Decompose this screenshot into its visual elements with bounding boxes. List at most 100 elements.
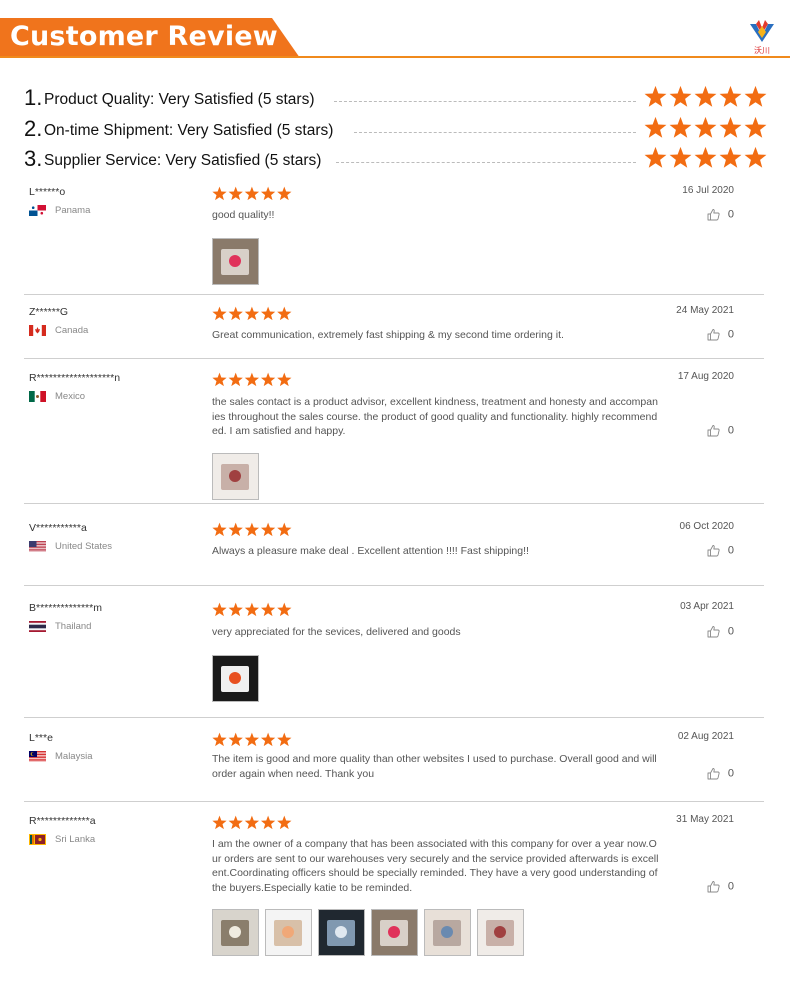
star-icon: [260, 522, 276, 537]
review-photo-thumbnail[interactable]: [318, 909, 365, 956]
reviewer-name: V***********a: [29, 522, 87, 534]
star-icon: [694, 146, 717, 168]
star-icon: [644, 116, 667, 138]
header-banner: Customer Review: [0, 18, 300, 58]
like-button[interactable]: 0: [707, 625, 734, 638]
photo-image: [213, 910, 258, 955]
review-divider: [24, 585, 764, 586]
review-photo-thumbnail[interactable]: [265, 909, 312, 956]
country-name: Malaysia: [55, 751, 93, 763]
review-date: 02 Aug 2021: [677, 731, 734, 742]
five-star-rating-icon: [212, 815, 292, 830]
summary-row: 2. On-time Shipment: Very Satisfied (5 st…: [24, 116, 770, 146]
review-photo-thumbnail[interactable]: [212, 238, 259, 285]
star-icon: [260, 186, 276, 201]
review-photo-thumbnail[interactable]: [424, 909, 471, 956]
star-icon: [277, 372, 292, 387]
summary-dotted-leader: [354, 132, 636, 133]
summary-dotted-leader: [336, 162, 636, 163]
five-star-rating-icon: [212, 186, 292, 201]
review-date: 16 Jul 2020: [682, 185, 734, 196]
like-count: 0: [727, 625, 734, 638]
brand-logo: 沃川: [746, 20, 778, 55]
review-item: B**************m Thailand 03 Apr 2021 very …: [24, 599, 764, 709]
reviewer-name: B**************m: [29, 602, 102, 614]
reviewer-name: L******o: [29, 186, 66, 198]
mexico-flag: [29, 391, 46, 402]
star-icon: [644, 146, 667, 168]
thumbs-up-icon: [707, 881, 720, 893]
star-icon: [277, 815, 292, 830]
star-icon: [228, 306, 243, 321]
star-icon: [719, 146, 742, 168]
star-icon: [228, 815, 243, 830]
star-icon: [260, 732, 276, 747]
review-photo-thumbnail[interactable]: [212, 453, 259, 500]
five-star-rating-icon: [644, 146, 767, 168]
review-rating: [212, 186, 292, 202]
like-button[interactable]: 0: [707, 208, 734, 221]
like-button[interactable]: 0: [707, 328, 734, 341]
brand-logo-icon: [750, 20, 774, 42]
review-rating: [212, 815, 292, 831]
reviewer-country: Thailand: [29, 621, 91, 632]
photo-image: [425, 910, 470, 955]
like-button[interactable]: 0: [707, 424, 734, 437]
star-icon: [228, 732, 243, 747]
like-count: 0: [727, 880, 734, 893]
star-icon: [244, 372, 260, 387]
photo-image: [266, 910, 311, 955]
brand-logo-text: 沃川: [754, 46, 770, 55]
country-name: Canada: [55, 325, 89, 337]
usa-flag: [29, 541, 46, 552]
review-date: 17 Aug 2020: [677, 371, 734, 382]
like-button[interactable]: 0: [707, 544, 734, 557]
review-divider: [24, 358, 764, 359]
like-count: 0: [727, 544, 734, 557]
star-icon: [719, 116, 742, 138]
five-star-rating-icon: [644, 85, 767, 107]
summary-number: 1.: [24, 85, 43, 110]
star-icon: [212, 732, 227, 747]
star-icon: [260, 815, 276, 830]
review-comment: very appreciated for the sevices, delive…: [212, 626, 461, 638]
star-icon: [260, 306, 276, 321]
review-divider: [24, 294, 764, 295]
summary-label: On-time Shipment: Very Satisfied (5 star…: [44, 122, 334, 139]
thumbs-up-icon: [707, 545, 720, 557]
thumbs-up-icon: [707, 425, 720, 437]
review-divider: [24, 503, 764, 504]
review-photo-thumbnail[interactable]: [212, 909, 259, 956]
review-photo-thumbnail[interactable]: [371, 909, 418, 956]
summary-dotted-leader: [334, 101, 636, 102]
star-icon: [244, 186, 260, 201]
review-divider: [24, 717, 764, 718]
review-item: R*************a Sri Lanka 31 May 2021 I am …: [24, 812, 764, 956]
review-comment: Great communication, extremely fast ship…: [212, 329, 564, 341]
star-icon: [244, 602, 260, 617]
review-item: R*******************n Mexico 17 Aug 2020 th…: [24, 369, 764, 500]
review-rating: [212, 602, 292, 618]
like-button[interactable]: 0: [707, 767, 734, 780]
malaysia-flag: [29, 751, 46, 762]
like-button[interactable]: 0: [707, 880, 734, 893]
thailand-flag: [29, 621, 46, 632]
summary-label: Supplier Service: Very Satisfied (5 star…: [44, 152, 322, 169]
star-icon: [694, 85, 717, 107]
review-photo-thumbnail[interactable]: [477, 909, 524, 956]
review-rating: [212, 306, 292, 322]
star-icon: [244, 732, 260, 747]
five-star-rating-icon: [212, 372, 292, 387]
reviewer-name: R*******************n: [29, 372, 121, 384]
star-icon: [744, 146, 767, 168]
five-star-rating-icon: [644, 116, 767, 138]
review-date: 24 May 2021: [676, 305, 734, 316]
photo-image: [319, 910, 364, 955]
star-icon: [744, 116, 767, 138]
star-icon: [277, 186, 292, 201]
review-comment: The item is good and more quality than o…: [212, 753, 657, 780]
star-icon: [212, 602, 227, 617]
review-photo-thumbnail[interactable]: [212, 655, 259, 702]
review-date: 03 Apr 2021: [680, 601, 734, 612]
country-name: Thailand: [55, 621, 92, 633]
